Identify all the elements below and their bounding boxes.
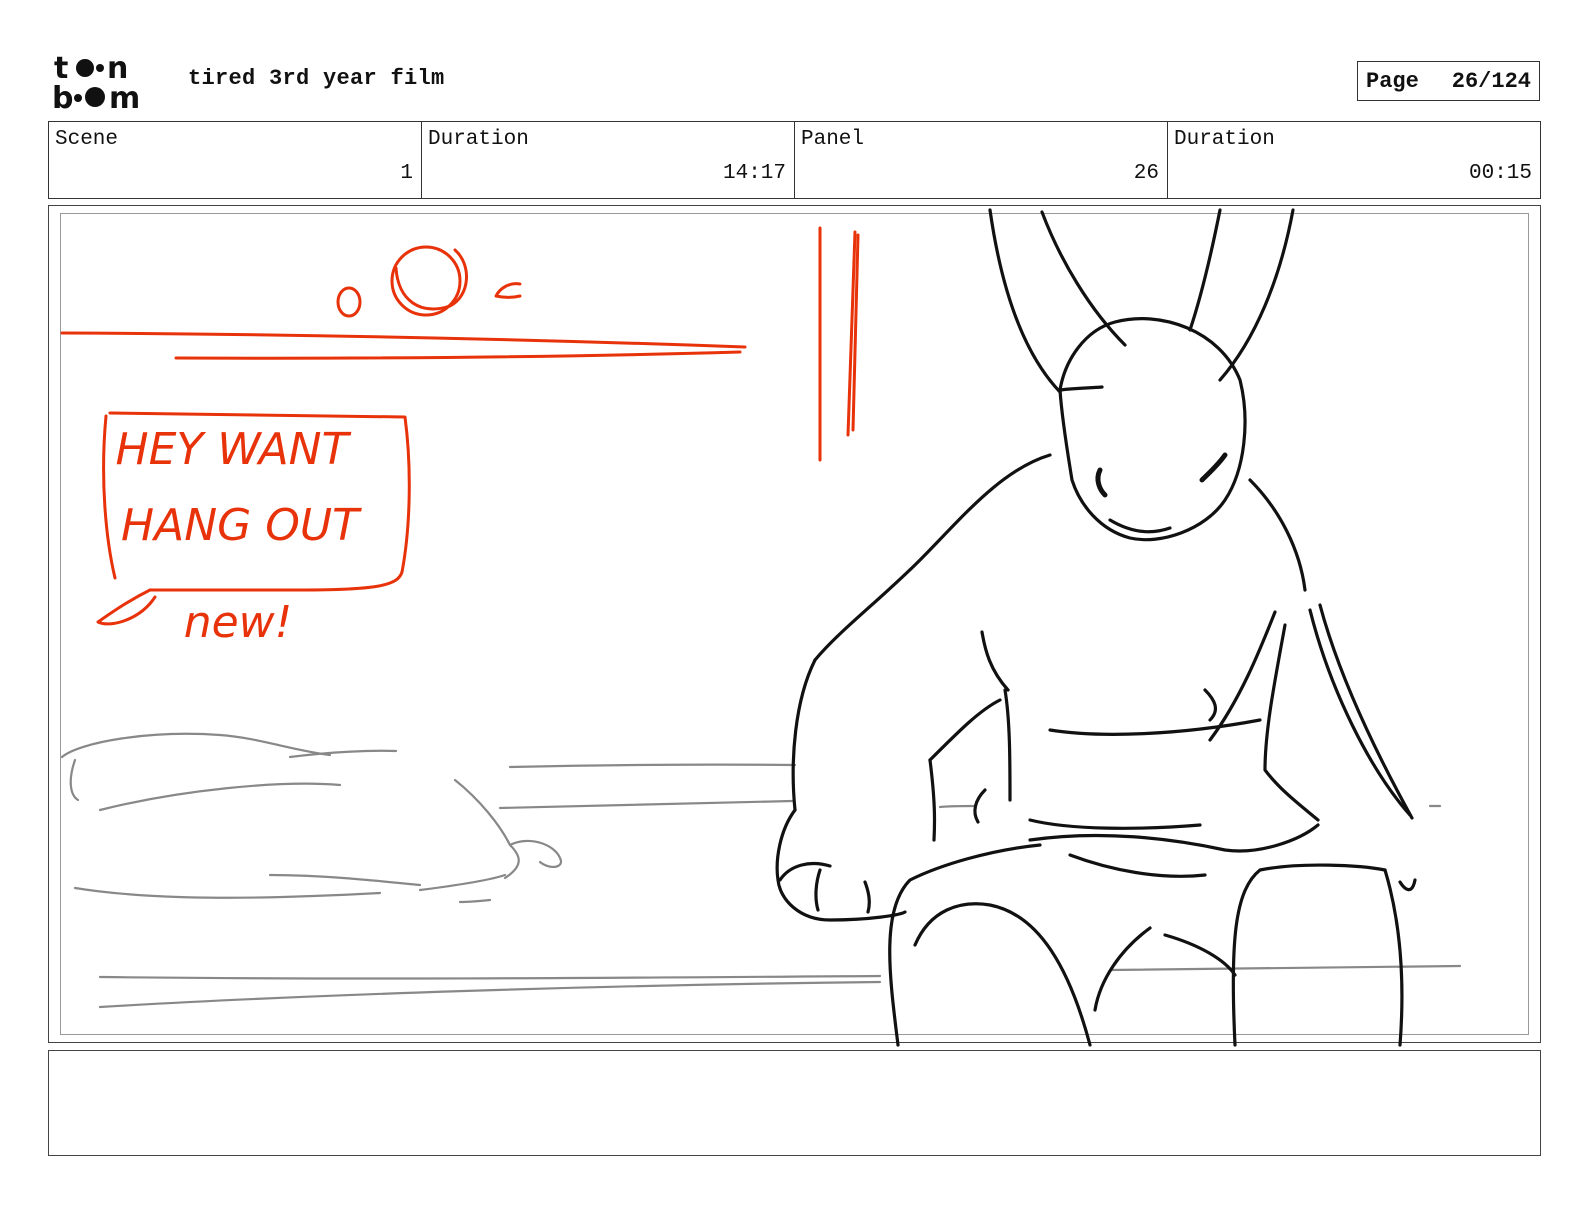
speech-bubble-line-1: HEY WANT xyxy=(116,424,352,475)
handwritten-note: new! xyxy=(184,597,293,648)
storyboard-sketch: HEY WANT HANG OUT new! xyxy=(60,208,1462,1047)
background-sketch xyxy=(60,732,1462,1009)
speech-bubble-text-group: HEY WANT HANG OUT new! xyxy=(116,424,363,648)
speech-bubble-line-2: HANG OUT xyxy=(121,500,362,551)
caption-box xyxy=(48,1050,1541,1156)
rabbit-character xyxy=(775,208,1417,1047)
